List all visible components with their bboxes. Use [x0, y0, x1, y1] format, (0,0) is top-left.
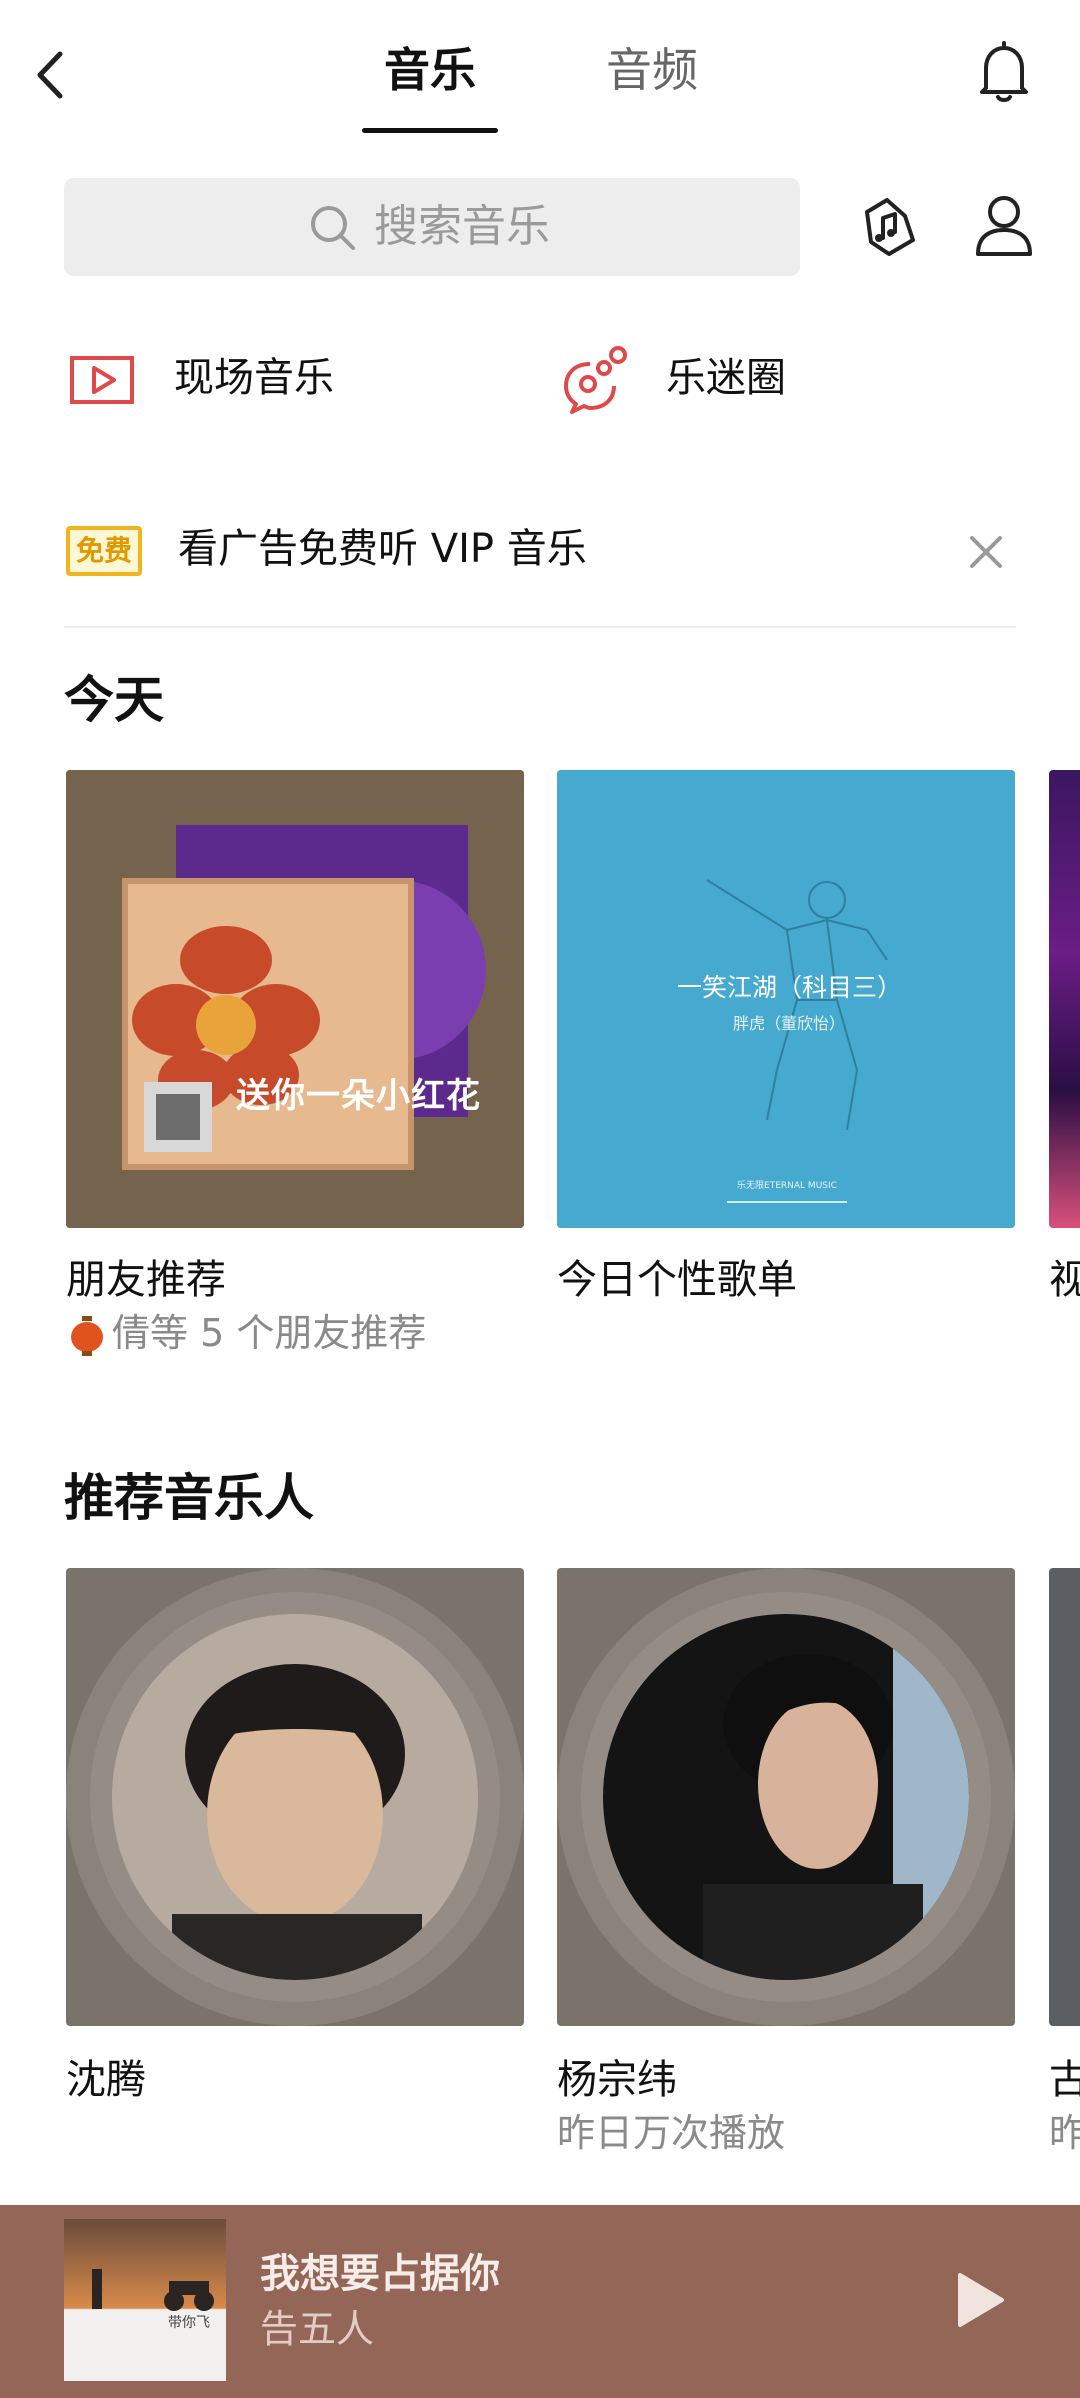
player-cover[interactable]: 带你飞 — [64, 2219, 226, 2381]
artist-sub-2: 昨日万次播放 — [557, 2111, 786, 2155]
free-badge: 免费 — [66, 526, 142, 576]
daily-playlist-card[interactable]: 一笑江湖（科目三） 胖虎（董欣怡） 乐无限ETERNAL MUSIC — [557, 770, 1015, 1228]
user-icon — [976, 196, 1032, 256]
ad-close-button[interactable] — [964, 530, 1008, 574]
artist-card-shenteng[interactable] — [66, 1568, 524, 2026]
fan-circle-label: 乐迷圈 — [666, 355, 786, 401]
close-icon — [970, 536, 1002, 568]
player-cover-caption: 带你飞 — [168, 2315, 210, 2331]
artist-name-1: 沈腾 — [66, 2057, 146, 2103]
chevron-left-icon — [37, 51, 63, 99]
live-music-entry[interactable]: 现场音乐 — [68, 340, 428, 420]
daily-cover-footer: 乐无限ETERNAL MUSIC — [737, 1181, 837, 1191]
friend-recommend-label: 朋友推荐 — [66, 1257, 226, 1303]
vip-ad-banner[interactable]: 免费 看广告免费听 VIP 音乐 — [64, 512, 1014, 608]
fan-circle-icon — [564, 346, 627, 414]
live-video-icon — [70, 356, 134, 404]
play-button[interactable] — [952, 2269, 1008, 2331]
artist-card-yangzongwei[interactable] — [557, 1568, 1015, 2026]
artist-avatar — [603, 1614, 969, 1980]
video-card-label: 视 — [1049, 1257, 1080, 1303]
artist-card-3[interactable] — [1049, 1568, 1080, 2026]
artist-avatar — [112, 1614, 478, 1980]
artist-name-3: 古 — [1049, 2057, 1080, 2103]
ad-text: 看广告免费听 VIP 音乐 — [178, 526, 587, 572]
music-recognize-icon — [865, 198, 915, 256]
search-input[interactable]: 搜索音乐 — [64, 178, 800, 276]
back-button[interactable] — [28, 40, 78, 110]
player-cover-art — [64, 2219, 226, 2381]
video-card[interactable] — [1049, 770, 1080, 1228]
mini-player[interactable]: 带你飞 我想要占据你 告五人 — [0, 2205, 1080, 2398]
search-icon — [311, 206, 355, 250]
notifications-button[interactable] — [976, 40, 1032, 106]
top-navigation: 音乐 音频 — [0, 0, 1080, 150]
play-icon — [958, 2273, 1004, 2327]
bell-icon — [980, 41, 1028, 102]
music-recognize-button[interactable] — [853, 192, 919, 262]
artist-sub-3: 昨 — [1049, 2111, 1080, 2155]
lantern-icon — [70, 1316, 104, 1356]
friend-recommend-card[interactable]: 送你一朵小红花 — [66, 770, 524, 1228]
daily-cover-sub: 胖虎（董欣怡） — [733, 1014, 846, 1033]
friend-recommend-sub: 倩等 5 个朋友推荐 — [112, 1311, 427, 1355]
recommended-artists-title: 推荐音乐人 — [64, 1469, 314, 1527]
daily-cover-title: 一笑江湖（科目三） — [677, 973, 903, 1002]
fan-circle-entry[interactable]: 乐迷圈 — [560, 340, 920, 420]
active-tab-indicator — [362, 128, 498, 133]
live-music-label: 现场音乐 — [174, 355, 334, 401]
daily-playlist-label: 今日个性歌单 — [557, 1257, 797, 1303]
divider — [64, 626, 1016, 628]
friend-cover-text: 送你一朵小红花 — [236, 1076, 481, 1116]
tab-music[interactable]: 音乐 — [384, 40, 476, 100]
search-placeholder: 搜索音乐 — [374, 201, 550, 252]
now-playing-artist: 告五人 — [260, 2307, 375, 2351]
now-playing-title: 我想要占据你 — [260, 2251, 500, 2297]
tab-audio[interactable]: 音频 — [606, 40, 698, 100]
artist-name-2: 杨宗纬 — [557, 2057, 677, 2103]
friend-recommend-cover — [66, 770, 524, 1228]
today-section-title: 今天 — [64, 671, 164, 729]
profile-button[interactable] — [972, 192, 1036, 262]
